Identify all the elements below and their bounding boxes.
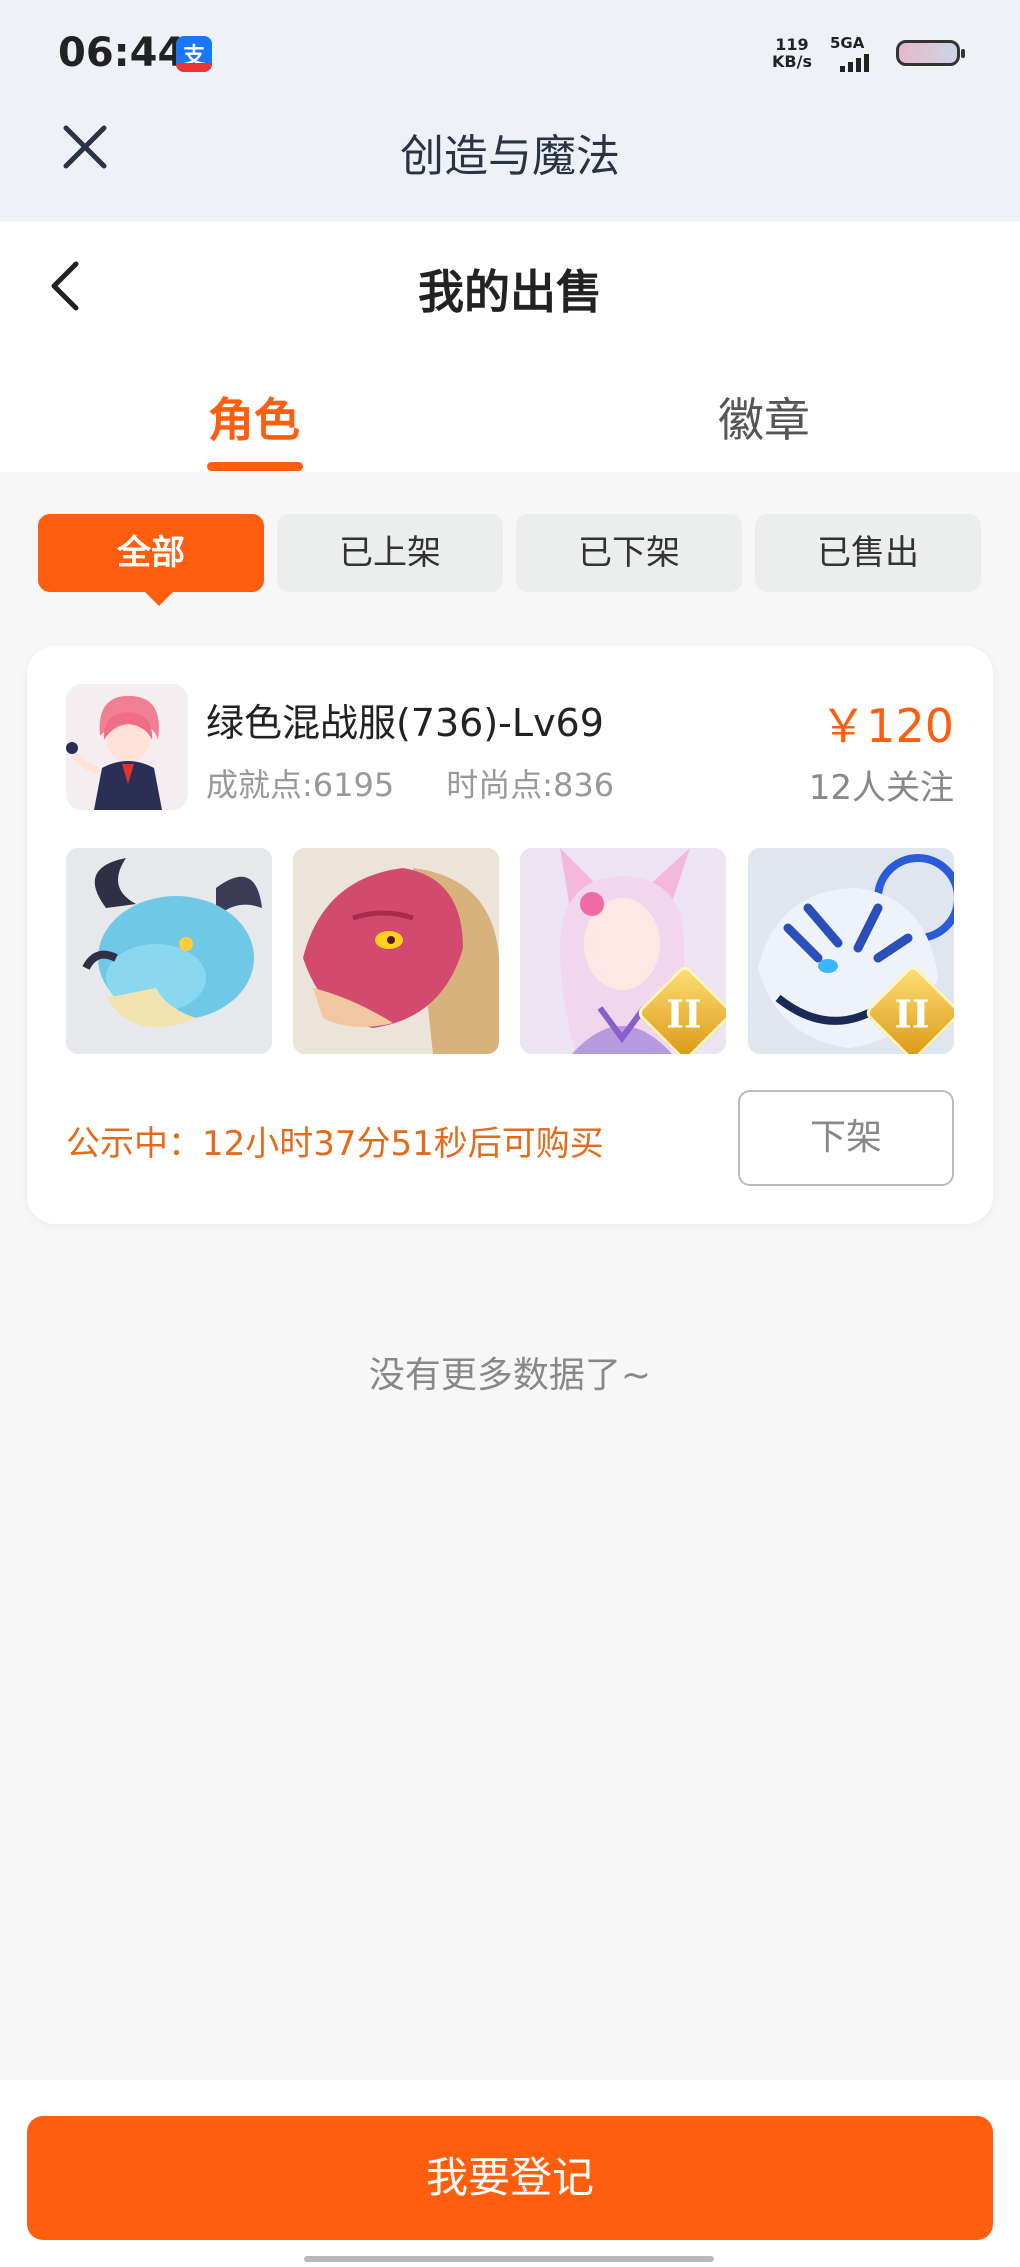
status-bar: 06:44 支 119 KB/s 5GA [0, 0, 1020, 112]
listing-price: ￥120 [820, 699, 954, 753]
achievement-points: 成就点:6195 [206, 766, 395, 804]
thumbnail-red-dragon[interactable] [293, 848, 499, 1054]
home-indicator[interactable] [304, 2256, 714, 2262]
network-speed-unit: KB/s [772, 52, 812, 71]
alipay-stripe [176, 63, 212, 72]
end-of-list-text: 没有更多数据了~ [368, 1355, 652, 1396]
signal-bars [840, 54, 869, 72]
thumbnail-white-tiger[interactable]: II [748, 848, 954, 1054]
character-avatar [66, 684, 188, 810]
rank-badge-label: II [666, 991, 702, 1037]
filter-listed[interactable]: 已上架 [277, 514, 503, 592]
filter-delisted[interactable]: 已下架 [516, 514, 742, 592]
battery-icon [896, 40, 965, 66]
publicity-notice: 公示中：12小时37分51秒后可购买 [66, 1124, 604, 1164]
delist-button[interactable]: 下架 [738, 1090, 954, 1186]
status-time: 06:44 [58, 30, 186, 76]
thumbnail-blue-dragon[interactable] [66, 848, 272, 1054]
register-button[interactable]: 我要登记 [27, 2116, 993, 2240]
tab-role[interactable]: 角色 [154, 384, 354, 450]
fashion-points: 时尚点:836 [446, 766, 615, 804]
active-tab-indicator [207, 462, 303, 471]
follower-count: 12人关注 [808, 768, 954, 808]
thumbnail-fox-spirit[interactable]: II [520, 848, 726, 1054]
network-speed-value: 119 [775, 35, 809, 54]
rank-badge-label: II [894, 991, 930, 1037]
network-speed: 119 KB/s [772, 36, 812, 70]
listing-title: 绿色混战服(736)-Lv69 [206, 701, 604, 745]
listing-stats: 成就点:6195 时尚点:836 [206, 760, 614, 806]
tab-badge[interactable]: 徽章 [664, 384, 864, 450]
network-type: 5GA [830, 34, 865, 52]
app-title: 创造与魔法 [400, 131, 620, 182]
signal-icon: 5GA [830, 34, 886, 74]
filter-all[interactable]: 全部 [38, 514, 264, 606]
alipay-icon: 支 [176, 36, 212, 72]
filter-sold[interactable]: 已售出 [755, 514, 981, 592]
page-title: 我的出售 [418, 265, 602, 319]
